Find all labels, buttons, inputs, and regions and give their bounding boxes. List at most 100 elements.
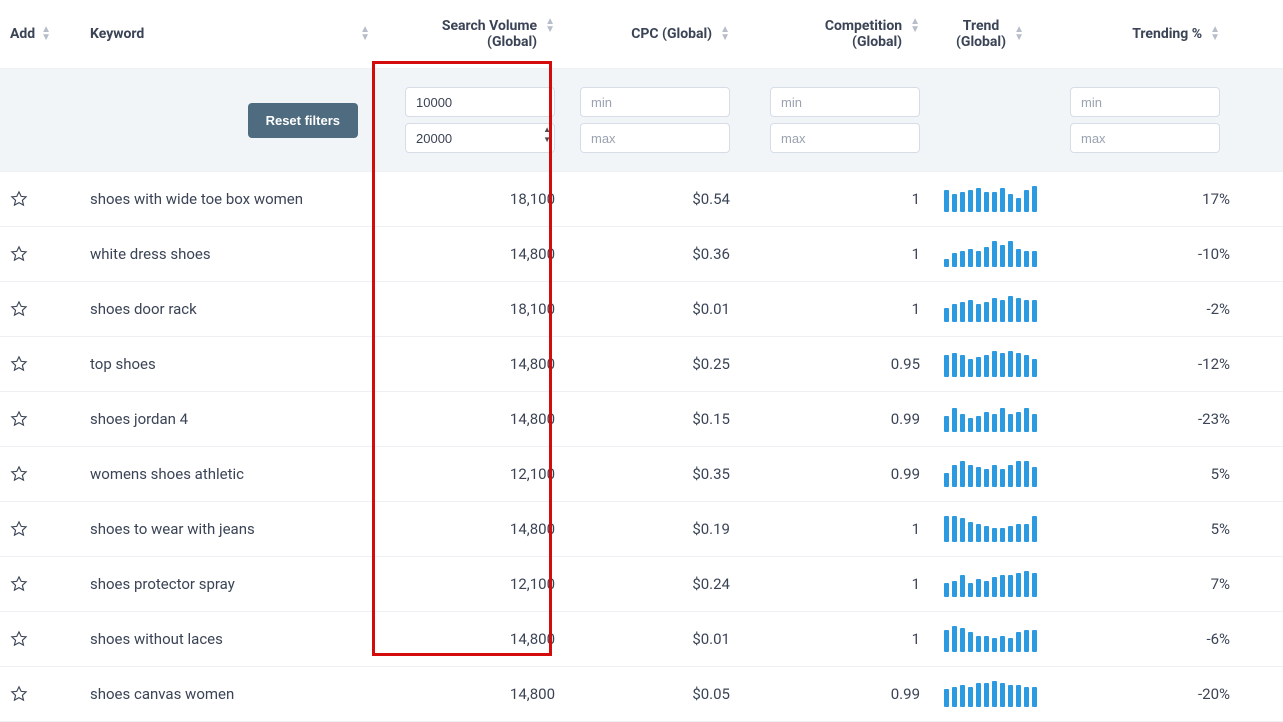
cpc-cell: $0.01 [555,300,730,318]
trend-sparkline [920,626,1060,652]
table-row: shoes without laces14,800$0.011-6% [0,612,1283,667]
filter-row: Reset filters ▲▼ [0,69,1283,172]
table-body: shoes with wide toe box women18,100$0.54… [0,172,1283,722]
keyword-table: Add Keyword Search Volume (Global) CPC (… [0,0,1283,722]
header-trending-label: Trending % [1132,26,1202,42]
keyword-cell[interactable]: womens shoes athletic [70,465,370,483]
cpc-cell: $0.35 [555,465,730,483]
cpc-cell: $0.05 [555,685,730,703]
trending-cell: -2% [1060,300,1250,318]
trend-sparkline [920,406,1060,432]
search-volume-cell: 12,100 [370,575,555,593]
header-keyword-label: Keyword [90,26,144,42]
trend-sparkline [920,461,1060,487]
competition-cell: 0.99 [730,465,920,483]
sort-icon[interactable] [1014,26,1024,42]
header-comp-line1: Competition [825,18,902,34]
table-row: womens shoes athletic12,100$0.350.995% [0,447,1283,502]
col-header-keyword[interactable]: Keyword [70,26,370,42]
trend-sparkline [920,241,1060,267]
trend-sparkline [920,681,1060,707]
trend-sparkline [920,571,1060,597]
keyword-cell[interactable]: shoes with wide toe box women [70,190,370,208]
trending-max-input[interactable] [1070,123,1220,153]
header-sv-line1: Search Volume [442,18,537,34]
keyword-cell[interactable]: shoes jordan 4 [70,410,370,428]
cpc-min-input[interactable] [580,87,730,117]
competition-cell: 0.99 [730,685,920,703]
star-icon[interactable] [10,355,28,373]
competition-cell: 1 [730,190,920,208]
trend-sparkline [920,296,1060,322]
keyword-cell[interactable]: shoes protector spray [70,575,370,593]
sort-icon[interactable] [720,26,730,42]
search-volume-cell: 14,800 [370,410,555,428]
competition-cell: 1 [730,245,920,263]
search-volume-cell: 14,800 [370,630,555,648]
star-icon[interactable] [10,630,28,648]
star-icon[interactable] [10,300,28,318]
table-row: shoes door rack18,100$0.011-2% [0,282,1283,337]
cpc-cell: $0.36 [555,245,730,263]
trending-cell: -23% [1060,410,1250,428]
trend-sparkline [920,516,1060,542]
trending-cell: -12% [1060,355,1250,373]
star-icon[interactable] [10,575,28,593]
competition-cell: 1 [730,520,920,538]
header-add-label: Add [10,26,35,42]
keyword-cell[interactable]: shoes without laces [70,630,370,648]
cpc-cell: $0.19 [555,520,730,538]
sort-icon[interactable] [41,26,51,42]
comp-min-input[interactable] [770,87,920,117]
col-header-cpc[interactable]: CPC (Global) [555,26,730,42]
search-volume-cell: 14,800 [370,685,555,703]
table-row: shoes to wear with jeans14,800$0.191 5% [0,502,1283,557]
sort-icon[interactable] [1210,26,1220,42]
search-volume-cell: 14,800 [370,520,555,538]
search-volume-cell: 14,800 [370,355,555,373]
sort-icon[interactable] [910,18,920,34]
sort-icon[interactable] [545,18,555,34]
search-volume-cell: 14,800 [370,245,555,263]
reset-filters-button[interactable]: Reset filters [248,103,358,138]
sv-max-input[interactable] [405,123,555,153]
trend-sparkline [920,351,1060,377]
table-row: white dress shoes14,800$0.361 -10% [0,227,1283,282]
table-row: shoes with wide toe box women18,100$0.54… [0,172,1283,227]
sort-icon[interactable] [360,26,370,42]
header-cpc-label: CPC (Global) [631,26,712,42]
col-header-add[interactable]: Add [10,26,70,42]
star-icon[interactable] [10,465,28,483]
star-icon[interactable] [10,685,28,703]
table-row: shoes canvas women14,800$0.050.99-20% [0,667,1283,722]
competition-cell: 1 [730,575,920,593]
star-icon[interactable] [10,520,28,538]
star-icon[interactable] [10,410,28,428]
trending-cell: 7% [1060,575,1250,593]
star-icon[interactable] [10,245,28,263]
search-volume-cell: 12,100 [370,465,555,483]
cpc-max-input[interactable] [580,123,730,153]
trend-sparkline [920,186,1060,212]
header-comp-line2: (Global) [825,34,902,50]
competition-cell: 0.95 [730,355,920,373]
table-header-row: Add Keyword Search Volume (Global) CPC (… [0,0,1283,69]
keyword-cell[interactable]: shoes to wear with jeans [70,520,370,538]
keyword-cell[interactable]: white dress shoes [70,245,370,263]
col-header-trend[interactable]: Trend (Global) [920,18,1060,50]
star-icon[interactable] [10,190,28,208]
keyword-cell[interactable]: shoes door rack [70,300,370,318]
trending-cell: 17% [1060,190,1250,208]
keyword-cell[interactable]: top shoes [70,355,370,373]
comp-max-input[interactable] [770,123,920,153]
keyword-cell[interactable]: shoes canvas women [70,685,370,703]
trending-cell: -10% [1060,245,1250,263]
col-header-search-volume[interactable]: Search Volume (Global) [370,18,555,50]
sv-min-input[interactable] [405,87,555,117]
trending-cell: 5% [1060,520,1250,538]
col-header-trending[interactable]: Trending % [1060,26,1250,42]
number-spinner[interactable]: ▲▼ [537,126,551,144]
header-trend-line1: Trend [956,18,1006,34]
trending-min-input[interactable] [1070,87,1220,117]
col-header-competition[interactable]: Competition (Global) [730,18,920,50]
